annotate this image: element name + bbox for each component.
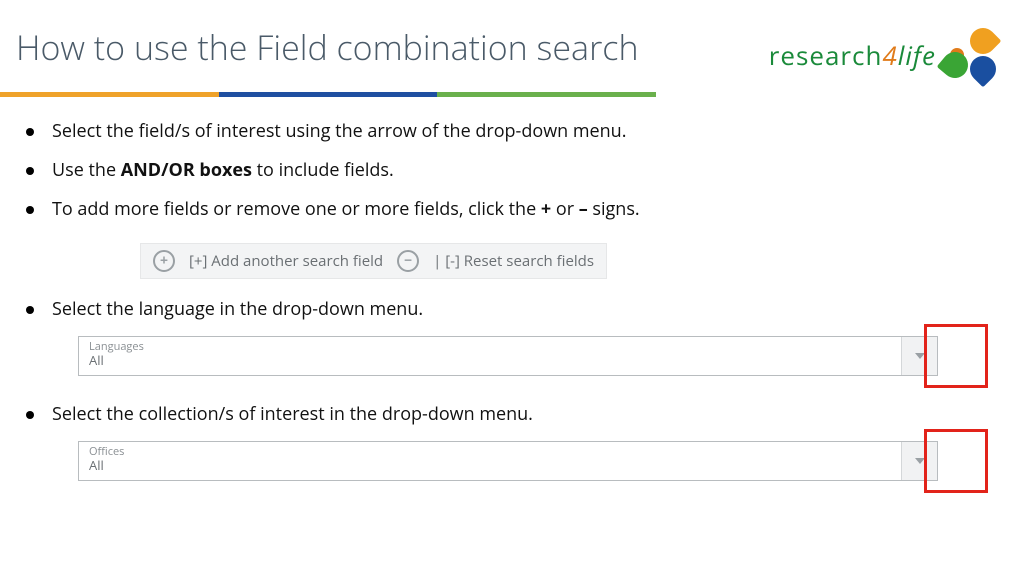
logo-text-life: life	[898, 37, 936, 73]
logo-petals-icon	[942, 28, 996, 82]
dropdown-value: All	[89, 352, 891, 369]
logo-text-research: research	[769, 37, 883, 73]
list-item: Select the field/s of interest using the…	[52, 119, 996, 144]
text: or	[551, 197, 579, 221]
list-item: Select the collection/s of interest in t…	[52, 402, 996, 427]
dropdown-value: All	[89, 457, 891, 474]
highlight-box	[924, 324, 988, 388]
languages-dropdown[interactable]: Languages All	[78, 336, 938, 376]
bold-text: AND/OR boxes	[121, 158, 252, 182]
text: signs.	[588, 197, 640, 221]
plus-sign: +	[541, 197, 551, 221]
text: To add more fields or remove one or more…	[52, 197, 541, 221]
dropdown-label: Languages	[89, 341, 891, 352]
list-item: To add more fields or remove one or more…	[52, 197, 996, 222]
offices-dropdown[interactable]: Offices All	[78, 441, 938, 481]
text: Use the	[52, 158, 121, 182]
search-field-controls: + [+] Add another search field − | [-] R…	[140, 243, 607, 279]
accent-bar	[0, 92, 656, 97]
minus-icon[interactable]: −	[397, 250, 419, 272]
logo-text-4: 4	[882, 37, 897, 73]
dropdown-label: Offices	[89, 446, 891, 457]
text: to include fields.	[252, 158, 394, 182]
minus-sign: –	[579, 197, 588, 221]
list-item: Use the AND/OR boxes to include fields.	[52, 158, 996, 183]
add-field-label[interactable]: [+] Add another search field	[189, 251, 383, 271]
list-item: Select the language in the drop-down men…	[52, 297, 996, 322]
plus-icon[interactable]: +	[153, 250, 175, 272]
highlight-box	[924, 429, 988, 493]
research4life-logo: research4life	[769, 28, 996, 82]
reset-fields-label[interactable]: | [-] Reset search fields	[433, 251, 594, 271]
page-title: How to use the Field combination search	[16, 28, 639, 67]
